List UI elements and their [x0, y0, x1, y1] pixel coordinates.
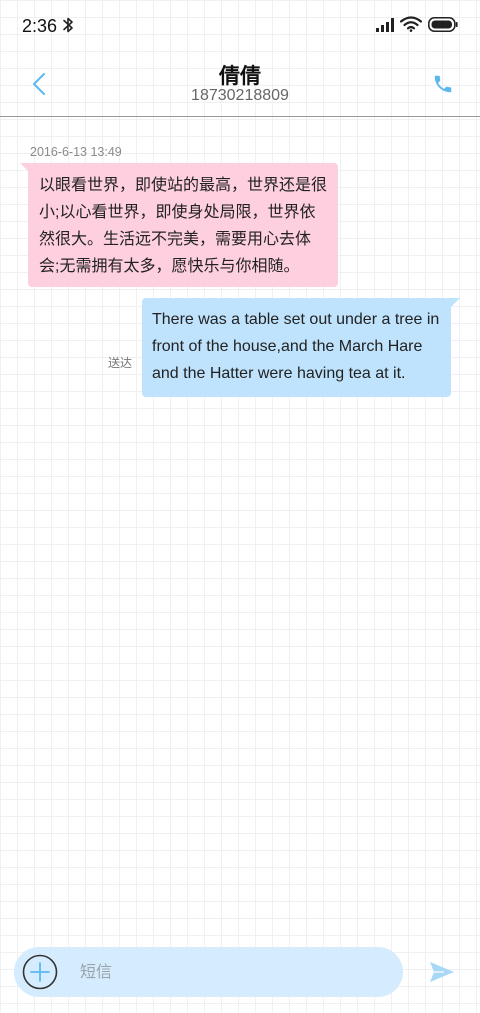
send-button[interactable]	[426, 957, 458, 987]
add-attachment-button[interactable]	[22, 954, 58, 990]
plus-circle-icon	[22, 954, 58, 990]
outgoing-message[interactable]: There was a table set out under a tree i…	[142, 298, 451, 397]
contact-number: 18730218809	[191, 87, 289, 104]
contact-name: 倩倩	[219, 65, 261, 88]
wifi-icon	[400, 16, 422, 32]
message-input[interactable]	[80, 960, 380, 986]
bluetooth-icon	[63, 17, 73, 33]
send-icon	[430, 962, 454, 982]
status-bar: 2:36	[0, 0, 480, 52]
status-time: 2:36	[22, 16, 58, 36]
incoming-message[interactable]: 以眼看世界，即使站的最高，世界还是很小;以心看世界，即使身处局限，世界依然很大。…	[28, 163, 338, 287]
delivery-status: 送达	[108, 356, 133, 370]
signal-icon	[376, 18, 394, 32]
phone-icon	[434, 75, 452, 93]
call-button[interactable]	[428, 68, 458, 100]
battery-icon	[428, 17, 458, 32]
message-timestamp: 2016-6-13 13:49	[30, 145, 122, 159]
conversation-header: 倩倩 18730218809	[0, 52, 480, 117]
